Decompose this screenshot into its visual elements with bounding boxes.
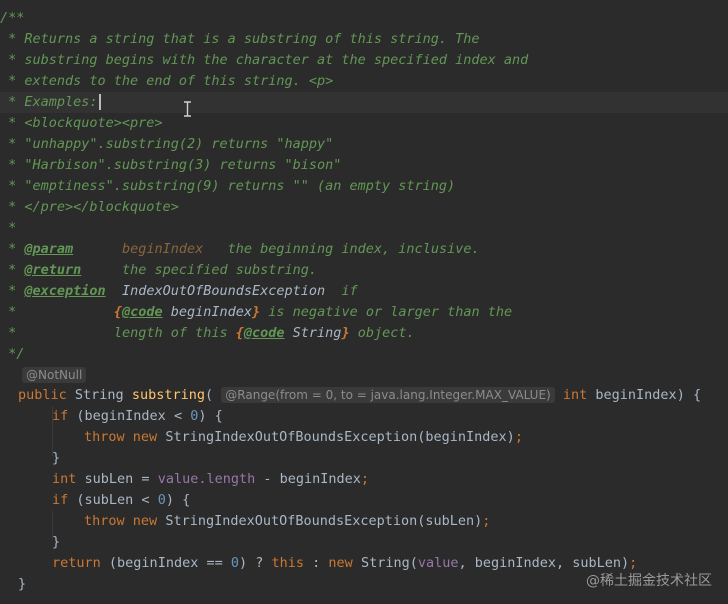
watermark: @稀土掘金技术社区 <box>586 573 712 589</box>
doc-comment-line: * substring begins with the character at… <box>0 52 529 68</box>
exception-tag[interactable]: @exception <box>24 283 105 299</box>
doc-comment-line-current: * Examples: <box>0 92 101 113</box>
doc-comment-line: * "Harbison".substring(3) returns "bison… <box>0 157 342 173</box>
code-line: } <box>52 534 61 550</box>
code-tag[interactable]: @code <box>244 325 285 341</box>
doc-comment-open: /** <box>0 10 25 26</box>
text-cursor-icon <box>184 101 191 117</box>
doc-comment-line: * <blockquote><pre> <box>0 115 163 131</box>
code-line: } <box>18 576 27 592</box>
code-line: return (beginIndex == 0) ? this : new St… <box>52 555 638 571</box>
code-line: if (beginIndex < 0) { <box>52 408 223 424</box>
doc-return-line: * @return the specified substring. <box>0 262 318 278</box>
doc-comment-close: */ <box>0 346 25 362</box>
code-line: } <box>52 450 61 466</box>
code-line: int subLen = value.length - beginIndex; <box>52 471 370 487</box>
doc-comment-line: * extends to the end of this string. <p> <box>0 73 334 89</box>
range-inlay-hint[interactable]: @Range(from = 0, to = java.lang.Integer.… <box>221 387 555 403</box>
param-tag[interactable]: @param <box>24 241 73 257</box>
method-name[interactable]: substring <box>132 387 205 403</box>
doc-comment-line: * "unhappy".substring(2) returns "happy" <box>0 136 334 152</box>
code-line: if (subLen < 0) { <box>52 492 191 508</box>
doc-comment-line: * {@code beginIndex} is negative or larg… <box>0 304 513 320</box>
doc-comment-line: * </pre></blockquote> <box>0 199 179 215</box>
return-tag[interactable]: @return <box>24 262 81 278</box>
code-editor[interactable]: /** * Returns a string that is a substri… <box>0 0 728 604</box>
code-tag[interactable]: @code <box>122 304 163 320</box>
doc-comment-line: * <box>0 220 17 236</box>
current-line-highlight <box>0 92 728 113</box>
text-caret <box>98 94 101 110</box>
code-line: throw new StringIndexOutOfBoundsExceptio… <box>84 429 523 445</box>
doc-comment-line: * Returns a string that is a substring o… <box>0 31 480 47</box>
doc-comment-line: * "emptiness".substring(9) returns "" (a… <box>0 178 456 194</box>
param-name: beginIndex <box>121 241 204 257</box>
exception-name: IndexOutOfBoundsException <box>121 283 326 299</box>
notnull-inlay-hint[interactable]: @NotNull <box>22 365 87 386</box>
doc-comment-line: * length of this {@code String} object. <box>0 325 415 341</box>
code-line: throw new StringIndexOutOfBoundsExceptio… <box>84 513 491 529</box>
doc-exception-line: * @exception IndexOutOfBoundsException i… <box>0 283 358 299</box>
method-signature: public String substring( @Range(from = 0… <box>18 387 702 403</box>
doc-param-line: * @param beginIndex the beginning index,… <box>0 241 480 257</box>
